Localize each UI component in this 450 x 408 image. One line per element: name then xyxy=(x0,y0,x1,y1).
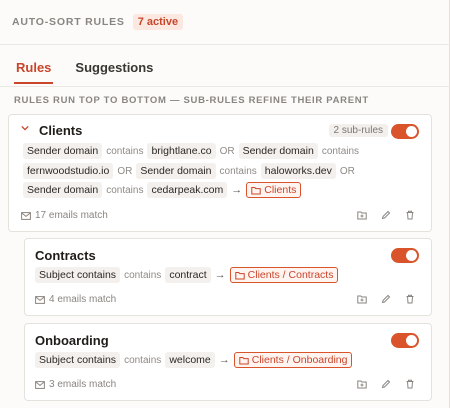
folder-icon xyxy=(234,271,245,279)
operator: contains xyxy=(124,269,162,281)
rule-name: Contracts xyxy=(35,248,96,263)
toggle-knob xyxy=(406,126,417,137)
rules-hint: RULES RUN TOP TO BOTTOM — SUB-RULES REFI… xyxy=(14,95,369,106)
match-count: 4 emails match xyxy=(35,294,116,305)
folder-label: Clients / Contracts xyxy=(247,269,334,281)
trash-icon[interactable] xyxy=(405,379,415,389)
trash-icon[interactable] xyxy=(405,210,415,220)
active-count-badge: 7 active xyxy=(132,14,184,30)
toggle-knob xyxy=(406,335,417,346)
value-chip[interactable]: brightlane.co xyxy=(147,143,216,159)
arrow-icon: → xyxy=(214,269,226,281)
edit-icon[interactable] xyxy=(381,294,391,304)
tab-rules[interactable]: Rules xyxy=(14,60,54,84)
folder-label: Clients xyxy=(264,184,297,196)
chevron-down-icon[interactable] xyxy=(21,124,29,132)
tab-suggestions[interactable]: Suggestions xyxy=(75,60,153,84)
folder-icon xyxy=(239,356,249,364)
sub-rules-badge: 2 sub-rules xyxy=(328,124,388,137)
arrow-icon: → xyxy=(218,354,230,366)
divider xyxy=(0,44,450,45)
operator: contains xyxy=(106,184,144,196)
match-count-label: 17 emails match xyxy=(35,210,108,221)
target-folder-chip[interactable]: Clients xyxy=(246,182,302,198)
operator: contains xyxy=(321,145,360,157)
operator: contains xyxy=(106,145,144,157)
trash-icon[interactable] xyxy=(405,294,415,304)
value-chip[interactable]: fernwoodstudio.io xyxy=(23,163,114,179)
field-chip[interactable]: Sender domain xyxy=(23,182,103,198)
target-folder-chip[interactable]: Clients / Contracts xyxy=(229,267,339,283)
match-count: 17 emails match xyxy=(21,210,108,221)
rule-card-clients: Clients 2 sub-rules Sender domain contai… xyxy=(8,114,432,232)
rule-card-onboarding: Onboarding Subject contains contains wel… xyxy=(24,323,432,401)
or-label: OR xyxy=(117,165,133,177)
edit-icon[interactable] xyxy=(381,210,391,220)
rule-name: Onboarding xyxy=(35,333,109,348)
rule-actions xyxy=(357,379,415,389)
field-chip[interactable]: Subject contains xyxy=(35,352,121,368)
add-subrule-icon[interactable] xyxy=(357,210,367,220)
field-chip[interactable]: Sender domain xyxy=(238,143,318,159)
condition-line: fernwoodstudio.io OR Sender domain conta… xyxy=(23,163,359,179)
or-label: OR xyxy=(219,145,235,157)
field-chip[interactable]: Subject contains xyxy=(35,267,121,283)
add-subrule-icon[interactable] xyxy=(357,294,367,304)
folder-label: Clients / Onboarding xyxy=(251,354,348,366)
panel-header: AUTO-SORT RULES 7 active xyxy=(12,14,184,30)
or-label: OR xyxy=(339,165,355,177)
field-chip[interactable]: Sender domain xyxy=(136,163,216,179)
operator: contains xyxy=(219,165,257,177)
tab-bar: Rules Suggestions xyxy=(14,60,153,84)
match-count-label: 4 emails match xyxy=(49,294,117,305)
add-subrule-icon[interactable] xyxy=(357,379,367,389)
condition-line: Subject contains contains contract → Cli… xyxy=(35,267,339,283)
value-chip[interactable]: welcome xyxy=(165,352,215,368)
toggle-knob xyxy=(406,250,417,261)
value-chip[interactable]: haloworks.dev xyxy=(260,163,336,179)
panel-title: AUTO-SORT RULES xyxy=(12,16,125,28)
folder-icon xyxy=(251,186,261,194)
operator: contains xyxy=(124,354,162,366)
rule-card-contracts: Contracts Subject contains contains cont… xyxy=(24,238,432,316)
condition-line: Sender domain contains cedarpeak.com → C… xyxy=(23,182,302,198)
auto-sort-panel: AUTO-SORT RULES 7 active Rules Suggestio… xyxy=(0,0,450,408)
match-count-label: 3 emails match xyxy=(49,379,117,390)
value-chip[interactable]: contract xyxy=(165,267,211,283)
target-folder-chip[interactable]: Clients / Onboarding xyxy=(233,352,353,368)
rule-toggle[interactable] xyxy=(391,333,419,348)
rule-actions xyxy=(357,294,415,304)
condition-line: Subject contains contains welcome → Clie… xyxy=(35,352,353,368)
rule-actions xyxy=(357,210,415,220)
value-chip[interactable]: cedarpeak.com xyxy=(147,182,228,198)
rule-toggle[interactable] xyxy=(391,248,419,263)
tab-divider xyxy=(0,86,450,87)
mail-icon xyxy=(35,295,45,304)
rule-toggle[interactable] xyxy=(391,124,419,139)
match-count: 3 emails match xyxy=(35,379,116,390)
field-chip[interactable]: Sender domain xyxy=(23,143,103,159)
condition-line: Sender domain contains brightlane.co OR … xyxy=(23,143,363,159)
arrow-icon: → xyxy=(231,184,243,196)
edit-icon[interactable] xyxy=(381,379,391,389)
mail-icon xyxy=(21,211,31,220)
mail-icon xyxy=(35,380,45,389)
rule-name: Clients xyxy=(39,123,83,138)
